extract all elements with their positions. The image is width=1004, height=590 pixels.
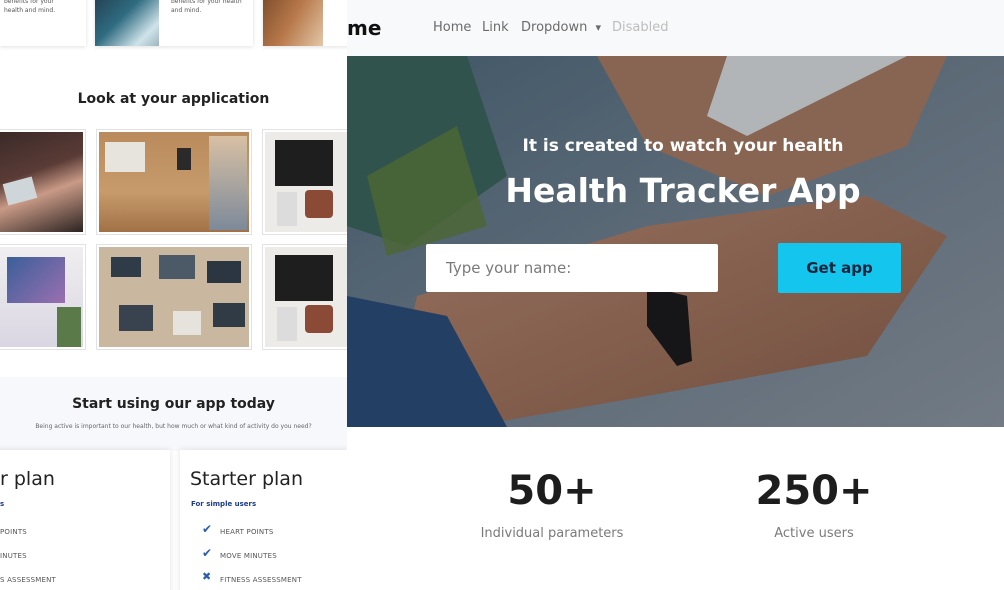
stat-label: Individual parameters <box>480 526 624 541</box>
plan-subtitle: For simple users <box>191 500 257 508</box>
plan-feature: HEART POINTS <box>220 528 274 536</box>
feature-card: benefits for your health and mind. <box>0 0 86 46</box>
gallery-image[interactable] <box>96 129 252 235</box>
start-subtitle: Being active is important to our health,… <box>35 423 312 430</box>
cross-icon: ✖ <box>202 570 212 583</box>
nav-link-disabled: Disabled <box>612 20 669 35</box>
gallery-image[interactable] <box>0 244 86 350</box>
feature-card-image <box>263 0 323 46</box>
feature-card <box>263 0 347 46</box>
feature-card-image <box>95 0 159 46</box>
hero-background-image <box>347 56 1004 427</box>
plan-feature: INUTES <box>0 552 27 560</box>
caret-down-icon: ▾ <box>595 21 602 34</box>
landing-page-preview: benefits for your health and mind. benef… <box>0 0 347 590</box>
gallery-image[interactable] <box>262 129 347 235</box>
plan-feature: FITNESS ASSESSMENT <box>220 576 302 584</box>
plan-subtitle: s <box>0 500 5 508</box>
check-icon: ✔ <box>202 522 213 536</box>
nav-dropdown-label: Dropdown <box>521 20 588 35</box>
stat-value: 50+ <box>507 468 597 514</box>
start-title: Start using our app today <box>72 396 275 412</box>
hero-section: It is created to watch your health Healt… <box>347 56 1004 427</box>
check-icon: ✔ <box>202 546 213 560</box>
gallery-image[interactable] <box>0 129 86 235</box>
hero-tagline: It is created to watch your health <box>522 136 844 156</box>
name-input[interactable] <box>426 244 718 292</box>
plan-title: r plan <box>0 468 55 490</box>
plan-card: r plan s POINTS INUTES S ASSESSMENT <box>0 450 170 590</box>
stat-label: Active users <box>774 526 854 541</box>
stat-value: 250+ <box>755 468 873 514</box>
gallery-title: Look at your application <box>77 91 270 107</box>
feature-card-text: benefits for your health and mind. <box>171 0 242 14</box>
plan-feature: MOVE MINUTES <box>220 552 277 560</box>
nav-link-home[interactable]: Home <box>433 20 471 35</box>
gallery-image[interactable] <box>262 244 347 350</box>
plan-feature: S ASSESSMENT <box>0 576 57 584</box>
hero-title: Health Tracker App <box>505 171 861 210</box>
plan-title: Starter plan <box>190 468 303 490</box>
get-app-button[interactable]: Get app <box>778 243 901 293</box>
plan-feature: POINTS <box>0 528 27 536</box>
plan-card-starter: Starter plan For simple users ✔ HEART PO… <box>180 450 347 590</box>
feature-card: benefits for your health and mind. <box>95 0 253 46</box>
nav-link-link[interactable]: Link <box>482 20 509 35</box>
gallery-image[interactable] <box>96 244 252 350</box>
start-section <box>0 377 347 451</box>
feature-card-text: benefits for your health and mind. <box>4 0 56 14</box>
nav-dropdown-toggle[interactable]: Dropdown ▾ <box>521 20 601 35</box>
navbar-brand[interactable]: me <box>347 16 381 40</box>
